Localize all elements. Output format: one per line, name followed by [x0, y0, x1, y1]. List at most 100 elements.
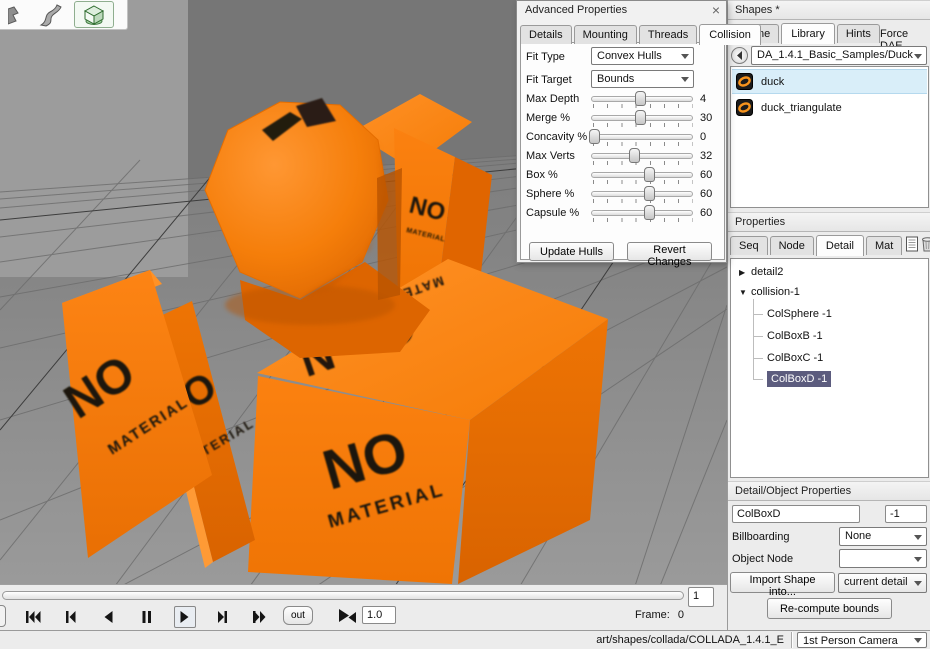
library-back-button[interactable] — [731, 47, 748, 64]
tab-mounting[interactable]: Mounting — [574, 25, 637, 44]
chevron-down-icon — [914, 581, 922, 586]
chevron-down-icon — [681, 77, 689, 82]
tree-item-colsphere-1[interactable]: ColSphere -1 — [753, 305, 832, 324]
fit-target-value: Bounds — [597, 73, 634, 85]
import-target-dropdown[interactable]: current detail — [838, 573, 927, 593]
slider-handle[interactable] — [629, 148, 640, 163]
library-path-dropdown[interactable]: DA_1.4.1_Basic_Samples/Duck — [751, 46, 927, 65]
tab-seq[interactable]: Seq — [730, 236, 768, 255]
tree-item-label: ColSphere -1 — [767, 308, 832, 320]
detail-object-properties-header: Detail/Object Properties — [728, 481, 930, 501]
clipped-tool-icon[interactable] — [2, 3, 28, 27]
slider-label: Box % — [526, 169, 558, 181]
tree-item-colboxb-1[interactable]: ColBoxB -1 — [753, 327, 823, 346]
tab-collision[interactable]: Collision — [699, 24, 761, 45]
expand-arrow-icon[interactable]: ▶ — [739, 263, 751, 282]
shape-file-path: art/shapes/collada/COLLADA_1.4.1_E — [596, 634, 784, 646]
detail-size-input[interactable]: -1 — [885, 505, 927, 523]
tab-library[interactable]: Library — [781, 23, 835, 44]
status-bar: art/shapes/collada/COLLADA_1.4.1_E 1st P… — [0, 630, 930, 649]
close-icon[interactable]: × — [712, 2, 720, 18]
slider-handle[interactable] — [644, 205, 655, 220]
chevron-down-icon — [914, 638, 922, 643]
tree-item-detail2[interactable]: ▶detail2 — [739, 263, 783, 282]
slider-track[interactable] — [591, 134, 693, 140]
slider-label: Max Verts — [526, 150, 575, 162]
frame-value: 0 — [678, 609, 684, 621]
slider-track[interactable] — [591, 153, 693, 159]
dialog-tabs: DetailsMountingThreadsCollision — [520, 23, 763, 44]
slider-row-sphere-: Sphere %60 — [521, 186, 724, 204]
detail-name-input[interactable]: ColBoxD — [732, 505, 860, 523]
slider-ticks — [593, 199, 693, 203]
list-item-duck_triangulate[interactable]: duck_triangulate — [732, 95, 927, 120]
collada-shape-icon — [736, 99, 753, 116]
properties-panel-header: Properties — [728, 212, 930, 232]
out-button[interactable]: out — [283, 606, 313, 625]
tab-hints[interactable]: Hints — [837, 24, 880, 43]
step-forward-button[interactable] — [212, 606, 234, 628]
chevron-down-icon — [914, 535, 922, 540]
tree-connector — [753, 336, 763, 337]
recompute-bounds-button[interactable]: Re-compute bounds — [767, 598, 892, 619]
chevron-down-icon — [914, 54, 922, 59]
revert-changes-button[interactable]: Revert Changes — [627, 242, 712, 261]
slider-track[interactable] — [591, 210, 693, 216]
slider-handle[interactable] — [635, 110, 646, 125]
road-tool-icon[interactable] — [38, 3, 64, 27]
advanced-properties-dialog: Advanced Properties × DetailsMountingThr… — [516, 0, 727, 263]
play-button[interactable] — [174, 606, 196, 628]
slider-value: 60 — [700, 169, 712, 181]
timeline-slider[interactable] — [2, 591, 684, 600]
skip-end-button[interactable] — [250, 606, 272, 628]
slider-label: Concavity % — [526, 131, 587, 143]
trash-icon[interactable] — [921, 236, 930, 255]
slider-row-concavity-: Concavity %0 — [521, 129, 724, 147]
slider-handle[interactable] — [589, 129, 600, 144]
slider-handle[interactable] — [644, 167, 655, 182]
play-reverse-button[interactable] — [98, 606, 120, 628]
fit-type-dropdown[interactable]: Convex Hulls — [591, 47, 694, 65]
slider-track[interactable] — [591, 172, 693, 178]
slider-handle[interactable] — [644, 186, 655, 201]
slider-track[interactable] — [591, 191, 693, 197]
tab-threads[interactable]: Threads — [639, 25, 697, 44]
tree-item-colboxd-1[interactable]: ColBoxD -1 — [753, 370, 831, 389]
tab-detail[interactable]: Detail — [816, 235, 864, 256]
tab-mat[interactable]: Mat — [866, 236, 902, 255]
pause-button[interactable] — [136, 606, 158, 628]
tree-item-collision-1[interactable]: ▼collision-1 — [739, 283, 800, 302]
tree-connector — [753, 314, 763, 315]
import-shape-button[interactable]: Import Shape into... — [730, 572, 835, 593]
end-frame-input[interactable]: 1 — [688, 587, 714, 607]
slider-handle[interactable] — [635, 91, 646, 106]
camera-value: 1st Person Camera — [803, 635, 898, 647]
fit-target-dropdown[interactable]: Bounds — [591, 70, 694, 88]
slider-row-capsule-: Capsule %60 — [521, 205, 724, 223]
skip-start-button[interactable] — [22, 606, 44, 628]
step-back-button[interactable] — [60, 606, 82, 628]
library-path-value: DA_1.4.1_Basic_Samples/Duck — [757, 49, 913, 61]
tab-node[interactable]: Node — [770, 236, 814, 255]
speed-input[interactable]: 1.0 — [362, 606, 396, 624]
new-doc-icon[interactable] — [905, 236, 919, 255]
camera-dropdown[interactable]: 1st Person Camera — [797, 632, 927, 648]
playback-controls — [22, 605, 272, 629]
tree-item-label: ColBoxD -1 — [767, 371, 831, 387]
object-node-dropdown[interactable] — [839, 549, 927, 568]
tree-item-colboxc-1[interactable]: ColBoxC -1 — [753, 349, 823, 368]
clipped-button[interactable] — [0, 605, 6, 627]
update-hulls-button[interactable]: Update Hulls — [529, 242, 614, 261]
shape-editor-window: NO MATERIAL NO MATERIAL NO MATERIAL — [0, 0, 930, 649]
playback-speed-icon[interactable] — [338, 608, 358, 628]
bounds-cube-icon[interactable] — [74, 1, 114, 28]
back-wall — [0, 0, 188, 277]
slider-ticks — [593, 180, 693, 184]
list-item-duck[interactable]: duck — [732, 69, 927, 94]
slider-label: Capsule % — [526, 207, 579, 219]
slider-label: Merge % — [526, 112, 570, 124]
tab-details[interactable]: Details — [520, 25, 572, 44]
billboarding-dropdown[interactable]: None — [839, 527, 927, 546]
import-target-value: current detail — [844, 576, 908, 588]
collapse-arrow-icon[interactable]: ▼ — [739, 283, 751, 302]
